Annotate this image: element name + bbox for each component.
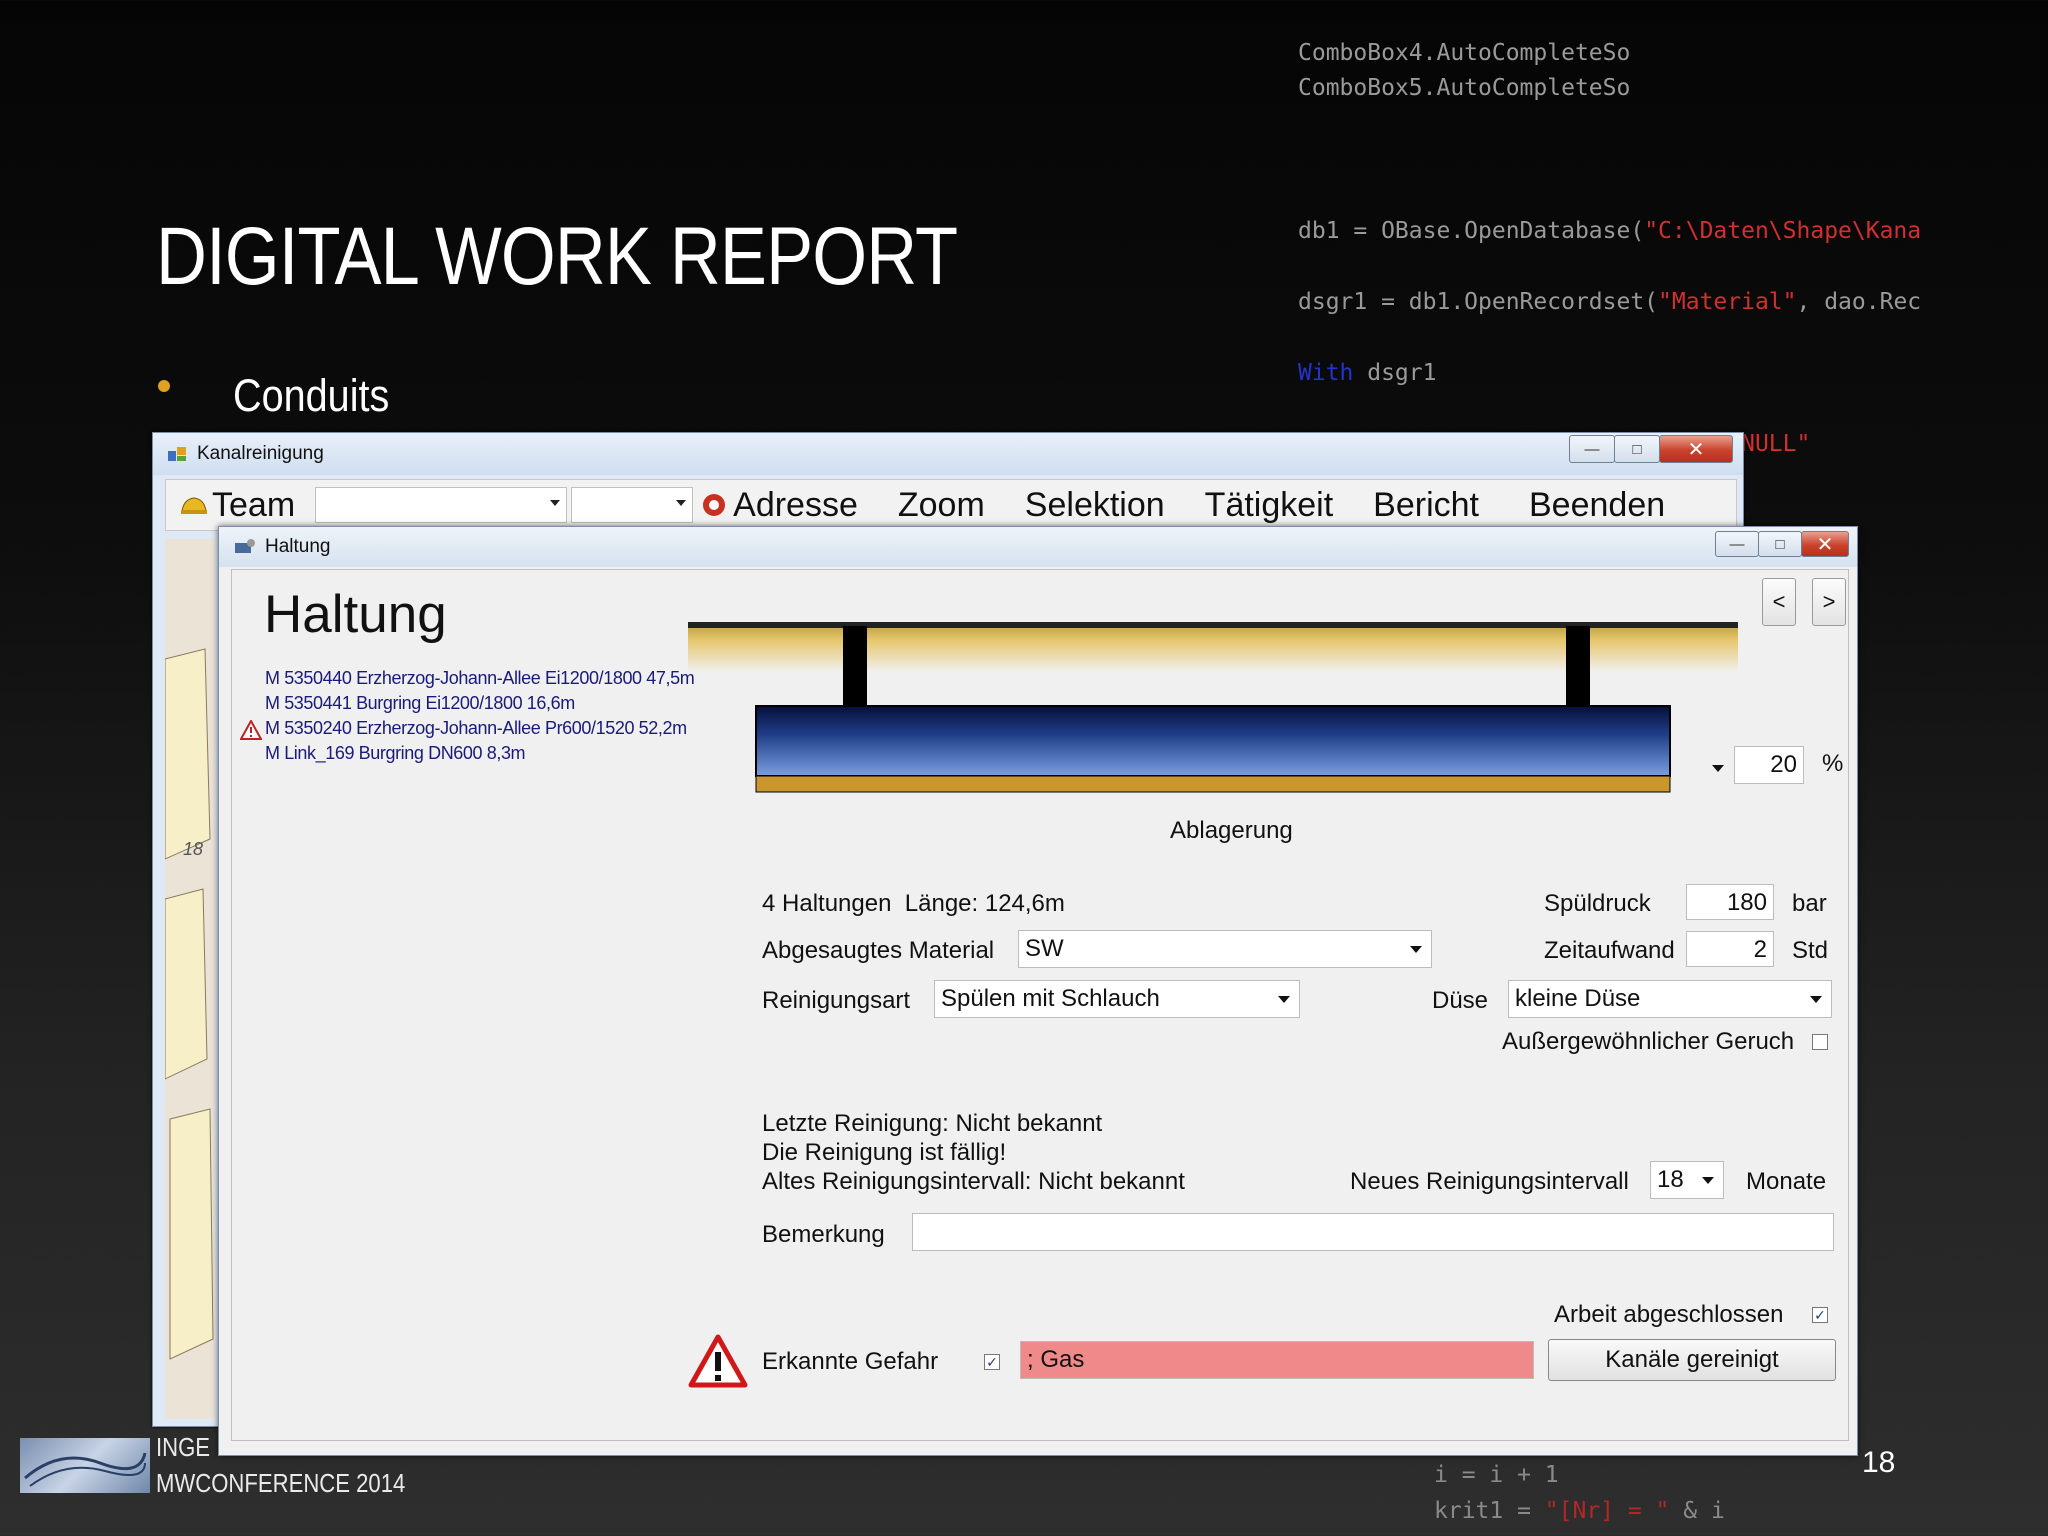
material-value: SW [1025, 935, 1064, 962]
code-line: db1 = OBase.OpenDatabase("C:\Daten\Shape… [1298, 217, 1922, 244]
gefahr-input[interactable]: ; Gas [1020, 1341, 1534, 1379]
monate-label: Monate [1746, 1168, 1827, 1195]
kanaele-gereinigt-button[interactable]: Kanäle gereinigt [1548, 1339, 1836, 1381]
address-icon [703, 494, 726, 516]
material-dropdown[interactable]: SW [1018, 930, 1432, 968]
dialog-client: Haltung M 5350440 Erzherzog-Johann-Allee… [231, 569, 1849, 1441]
gefahr-label: Erkannte Gefahr [762, 1348, 939, 1375]
spueldruck-label: Spüldruck [1544, 890, 1651, 917]
menu-zoom[interactable]: Zoom [898, 486, 985, 525]
menu-beenden[interactable]: Beenden [1529, 486, 1665, 525]
menu-selektion[interactable]: Selektion [1025, 486, 1165, 525]
bemerkung-input[interactable] [912, 1213, 1834, 1251]
material-label: Abgesaugtes Material [762, 937, 995, 964]
code-line: ComboBox5.AutoCompleteSo [1298, 75, 1631, 102]
slide-title: DIGITAL WORK REPORT [156, 211, 958, 302]
zeitaufwand-unit: Std [1792, 937, 1829, 964]
duese-label: Düse [1432, 987, 1489, 1014]
next-button[interactable]: > [1812, 578, 1846, 626]
svg-text:18: 18 [183, 839, 203, 859]
menu-bericht[interactable]: Bericht [1373, 486, 1479, 525]
deposit-percent-input[interactable]: 20 [1734, 746, 1804, 784]
outer-titlebar: Kanalreinigung — □ ✕ [153, 433, 1743, 475]
geruch-checkbox[interactable] [1812, 1034, 1828, 1050]
footer-line2: MWCONFERENCE 2014 [156, 1468, 406, 1498]
team-combo[interactable] [315, 487, 568, 523]
app-icon [168, 447, 186, 461]
haltung-link[interactable]: M 5350240 Erzherzog-Johann-Allee Pr600/1… [265, 718, 687, 739]
arbeit-label: Arbeit abgeschlossen [1554, 1301, 1784, 1328]
menubar: Team Adresse Zoom Selektion Tätigkeit Be… [165, 479, 1737, 531]
outer-window-title: Kanalreinigung [197, 443, 324, 464]
geruch-label: Außergewöhnlicher Geruch [1502, 1028, 1795, 1055]
haltung-dialog: Haltung — □ ✕ Haltung M 5350440 Erzherzo… [218, 526, 1858, 1456]
neues-intervall-value: 18 [1657, 1166, 1684, 1193]
reinigungsart-value: Spülen mit Schlauch [941, 985, 1160, 1012]
neues-intervall-label: Neues Reinigungsintervall [1350, 1168, 1629, 1195]
close-button[interactable]: ✕ [1659, 435, 1733, 463]
gefahr-checkbox[interactable]: ✓ [984, 1354, 1000, 1370]
percent-unit: % [1822, 750, 1844, 777]
dialog-minimize-button[interactable]: — [1715, 531, 1759, 557]
haltung-heading: Haltung [264, 585, 447, 644]
code-background-bottom: i = i + 1 krit1 = "[Nr] = " & i [1434, 1462, 1725, 1524]
prev-button[interactable]: < [1762, 578, 1796, 626]
menu-taetigkeit[interactable]: Tätigkeit [1205, 486, 1334, 525]
maximize-button[interactable]: □ [1614, 435, 1660, 463]
spueldruck-unit: bar [1792, 890, 1827, 917]
team-icon [181, 497, 207, 514]
duese-dropdown[interactable]: kleine Düse [1508, 980, 1832, 1018]
team-sub-combo[interactable] [571, 487, 694, 523]
neues-intervall-dropdown[interactable]: 18 [1650, 1161, 1724, 1199]
menu-adresse[interactable]: Adresse [733, 486, 858, 525]
haltung-link[interactable]: M Link_169 Burgring DN600 8,3m [265, 743, 526, 764]
code-line: With dsgr1 [1298, 359, 1437, 386]
conference-logo [20, 1438, 150, 1493]
team-label: Team [212, 485, 296, 524]
deposit-dropdown[interactable] [1706, 750, 1726, 788]
letzte-reinigung-text: Letzte Reinigung: Nicht bekannt [762, 1110, 1103, 1137]
zeitaufwand-label: Zeitaufwand [1544, 937, 1675, 964]
altes-intervall-text: Altes Reinigungsintervall: Nicht bekannt [762, 1168, 1185, 1195]
code-line: ComboBox4.AutoCompleteSo [1298, 39, 1631, 66]
minimize-button[interactable]: — [1569, 435, 1615, 463]
faellig-text: Die Reinigung ist fällig! [762, 1139, 1007, 1166]
summary-text: 4 Haltungen Länge: 124,6m [762, 890, 1065, 917]
haltung-link[interactable]: M 5350440 Erzherzog-Johann-Allee Ei1200/… [265, 668, 695, 689]
footer-line1: INGE [156, 1432, 211, 1462]
warning-icon [240, 720, 262, 740]
bullet-text: Conduits [233, 370, 390, 421]
reinigungsart-dropdown[interactable]: Spülen mit Schlauch [934, 980, 1300, 1018]
page-number: 18 [1862, 1446, 1896, 1479]
map-view[interactable]: 18 [165, 539, 215, 1419]
dialog-icon [235, 539, 255, 553]
reinigungsart-label: Reinigungsart [762, 987, 911, 1014]
pipe-diagram [688, 622, 1738, 793]
dialog-title: Haltung [265, 536, 331, 557]
bullet-dot [158, 380, 170, 392]
arbeit-checkbox[interactable]: ✓ [1812, 1307, 1828, 1323]
dialog-close-button[interactable]: ✕ [1801, 531, 1849, 557]
haltung-link[interactable]: M 5350441 Burgring Ei1200/1800 16,6m [265, 693, 575, 714]
zeitaufwand-input[interactable]: 2 [1686, 931, 1774, 967]
code-line: dsgr1 = db1.OpenRecordset("Material", da… [1298, 288, 1922, 315]
bemerkung-label: Bemerkung [762, 1221, 885, 1248]
duese-value: kleine Düse [1515, 985, 1641, 1012]
danger-warning-icon [688, 1334, 748, 1388]
spueldruck-input[interactable]: 180 [1686, 884, 1774, 920]
dialog-maximize-button[interactable]: □ [1758, 531, 1802, 557]
dialog-titlebar: Haltung — □ ✕ [219, 527, 1857, 567]
ablagerung-label: Ablagerung [1170, 817, 1293, 844]
